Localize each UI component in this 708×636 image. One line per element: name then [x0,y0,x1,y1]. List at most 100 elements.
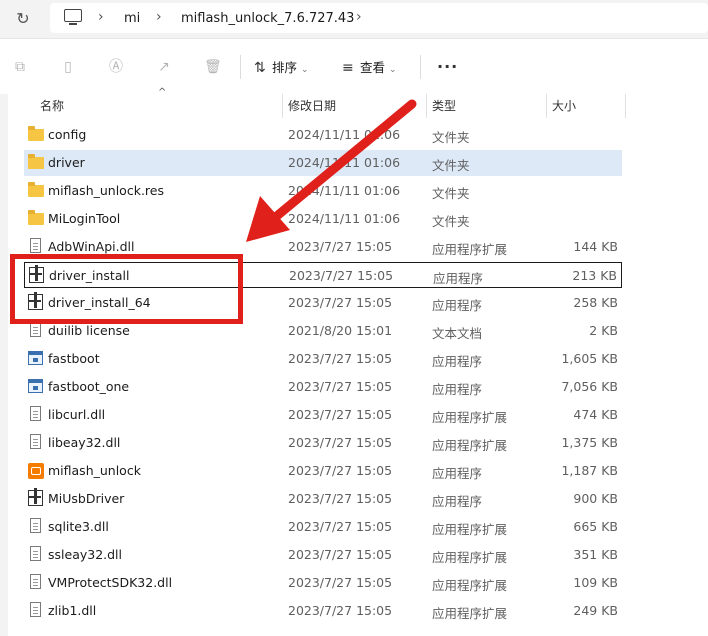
file-name: MiUsbDriver [48,491,125,506]
file-name: driver [48,155,85,170]
address-bar-region: ↻ › mi › miflash_unlock_7.6.727.43 › [0,0,708,38]
file-size: 665 KB [573,519,618,534]
file-type: 应用程序 [432,354,483,369]
file-size: 474 KB [573,407,618,422]
file-row[interactable]: config 2024/11/11 01:06 文件夹 [24,122,622,148]
file-type: 应用程序 [432,494,483,509]
file-icon [30,602,41,617]
delete-icon[interactable]: 🗑 [204,59,222,75]
file-date: 2023/7/27 15:05 [288,351,393,366]
chevron-right-icon[interactable]: › [156,9,162,25]
file-name: miflash_unlock.res [48,183,164,198]
column-divider[interactable] [282,94,283,118]
file-row[interactable]: fastboot_one 2023/7/27 15:05 应用程序 7,056 KB [24,374,622,400]
file-row[interactable]: ssleay32.dll 2023/7/27 15:05 应用程序扩展 351 KB [24,542,622,568]
view-label: 查看 [360,60,386,75]
column-divider[interactable] [625,94,626,118]
breadcrumb-mi[interactable]: mi [124,11,140,26]
file-row[interactable]: sqlite3.dll 2023/7/27 15:05 应用程序扩展 665 KB [24,514,622,540]
command-bar: ⧉ ▯ Ⓐ ↗ 🗑 ⇅ 排序 ⌄ ≡ 查看 ⌄ ··· [0,38,708,95]
file-name: duilib license [48,323,130,338]
file-type: 应用程序 [433,271,484,286]
more-options-button[interactable]: ··· [437,57,458,76]
column-header-name[interactable]: 名称 [40,97,64,114]
file-icon [30,434,41,449]
column-header-type[interactable]: 类型 [432,97,456,114]
file-type: 文件夹 [432,186,470,201]
rename-icon[interactable]: Ⓐ [108,59,124,75]
file-date: 2023/7/27 15:05 [288,435,393,450]
folder-icon [28,154,44,169]
chevron-right-icon[interactable]: › [356,9,362,25]
file-date: 2023/7/27 15:05 [288,407,393,422]
view-button[interactable]: ≡ 查看 ⌄ [342,57,397,79]
sort-ascending-icon: ^ [158,87,167,98]
share-icon[interactable]: ↗ [156,59,172,75]
file-type: 应用程序扩展 [432,242,508,257]
file-size: 144 KB [573,239,618,254]
file-name: zlib1.dll [48,603,97,618]
file-date: 2023/7/27 15:05 [288,463,393,478]
column-header-size[interactable]: 大小 [552,97,576,114]
file-icon [30,574,41,589]
file-row[interactable]: driver 2024/11/11 01:06 文件夹 [24,150,622,176]
file-date: 2024/11/11 01:06 [288,183,401,198]
sort-label: 排序 [272,60,298,75]
file-row[interactable]: miflash_unlock 2023/7/27 15:05 应用程序 1,187 K… [24,458,622,484]
file-date: 2023/7/27 15:05 [288,239,393,254]
file-type: 应用程序 [432,466,483,481]
column-divider[interactable] [426,94,427,118]
column-header-date[interactable]: 修改日期 [288,97,336,114]
file-icon [30,406,41,421]
chevron-right-icon[interactable]: › [98,9,104,25]
file-row[interactable]: fastboot 2023/7/27 15:05 应用程序 1,605 KB [24,346,622,372]
application-icon [28,351,43,365]
file-name: config [48,127,87,142]
file-type: 文本文档 [432,326,483,341]
file-row[interactable]: zlib1.dll 2023/7/27 15:05 应用程序扩展 249 KB [24,598,622,624]
file-date: 2023/7/27 15:05 [288,295,393,310]
file-date: 2024/11/11 01:06 [288,127,401,142]
refresh-icon[interactable]: ↻ [12,8,34,30]
file-icon [30,518,41,533]
this-pc-icon[interactable] [64,9,82,25]
file-row[interactable]: libeay32.dll 2023/7/27 15:05 应用程序扩展 1,375 K… [24,430,622,456]
file-date: 2023/7/27 15:05 [288,547,393,562]
file-date: 2024/11/11 01:06 [288,155,401,170]
column-divider[interactable] [546,94,547,118]
file-row[interactable]: libcurl.dll 2023/7/27 15:05 应用程序扩展 474 KB [24,402,622,428]
file-date: 2023/7/27 15:05 [288,519,393,534]
breadcrumb-current-folder[interactable]: miflash_unlock_7.6.727.43 [181,11,354,26]
folder-icon [28,126,44,141]
file-size: 1,187 KB [561,463,618,478]
address-bar[interactable]: › mi › miflash_unlock_7.6.727.43 › [50,3,708,33]
file-type: 应用程序扩展 [432,606,508,621]
file-size: 249 KB [573,603,618,618]
column-header: ^ 名称 修改日期 类型 大小 [8,87,708,118]
file-row[interactable]: MiLoginTool 2024/11/11 01:06 文件夹 [24,206,622,232]
chevron-down-icon: ⌄ [389,65,397,75]
application-icon [28,379,43,393]
file-date: 2024/11/11 01:06 [288,211,401,226]
file-name: MiLoginTool [48,211,121,226]
paste-icon[interactable]: ▯ [60,59,76,75]
file-type: 文件夹 [432,130,470,145]
copy-icon[interactable]: ⧉ [12,59,28,75]
file-type: 应用程序扩展 [432,438,508,453]
sort-button[interactable]: ⇅ 排序 ⌄ [254,57,309,79]
file-row[interactable]: MiUsbDriver 2023/7/27 15:05 应用程序 900 KB [24,486,622,512]
file-row[interactable]: miflash_unlock.res 2024/11/11 01:06 文件夹 [24,178,622,204]
file-date: 2023/7/27 15:05 [288,575,393,590]
file-name: libcurl.dll [48,407,106,422]
file-size: 1,605 KB [561,351,618,366]
file-icon [30,322,41,337]
folder-icon [28,182,44,197]
file-name: miflash_unlock [48,463,141,478]
file-type: 应用程序 [432,382,483,397]
file-name: fastboot [48,351,100,366]
file-size: 109 KB [573,575,618,590]
file-name: VMProtectSDK32.dll [48,575,173,590]
file-name: libeay32.dll [48,435,121,450]
file-name: ssleay32.dll [48,547,123,562]
file-row[interactable]: VMProtectSDK32.dll 2023/7/27 15:05 应用程序扩展 1… [24,570,622,596]
